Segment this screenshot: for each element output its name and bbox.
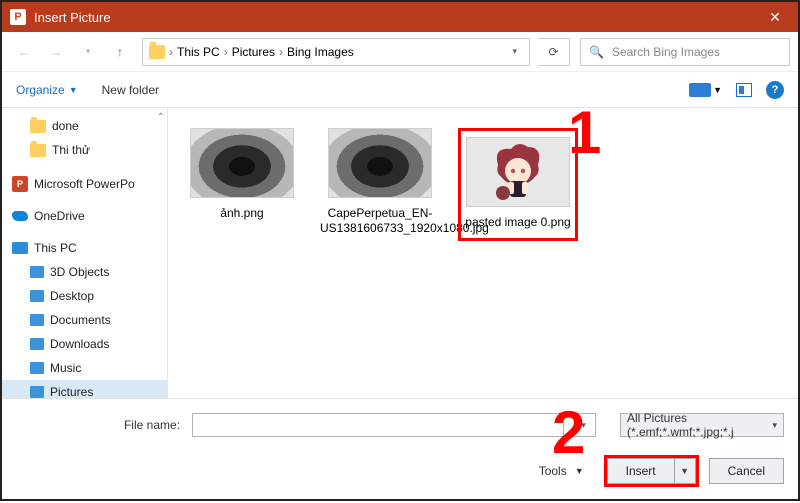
filter-label: All Pictures (*.emf;*.wmf;*.jpg;*.j bbox=[627, 411, 768, 439]
nav-tree: ⌃ done Thi thử P Microsoft PowerPo OneDri… bbox=[2, 108, 168, 398]
breadcrumb-item[interactable]: Pictures bbox=[232, 45, 275, 59]
tree-label: This PC bbox=[34, 241, 77, 255]
device-icon bbox=[30, 314, 44, 326]
filename-input[interactable] bbox=[192, 413, 564, 437]
chevron-down-icon: ▼ bbox=[575, 466, 584, 476]
tree-folder[interactable]: Thi thử bbox=[2, 138, 167, 162]
annotation-1: 1 bbox=[568, 98, 601, 167]
new-folder-button[interactable]: New folder bbox=[102, 83, 159, 97]
search-icon: 🔍 bbox=[589, 45, 604, 59]
forward-button[interactable]: → bbox=[42, 38, 70, 66]
breadcrumb-item[interactable]: This PC bbox=[177, 45, 220, 59]
pc-icon bbox=[12, 242, 28, 254]
tree-label: Pictures bbox=[50, 385, 93, 398]
tree-powerpoint[interactable]: P Microsoft PowerPo bbox=[2, 172, 167, 196]
tree-label: Music bbox=[50, 361, 81, 375]
search-placeholder: Search Bing Images bbox=[612, 45, 720, 59]
tree-folder[interactable]: done bbox=[2, 114, 167, 138]
device-icon bbox=[30, 362, 44, 374]
file-item-selected[interactable]: pasted image 0.png bbox=[458, 128, 578, 241]
help-icon[interactable]: ? bbox=[766, 81, 784, 99]
tree-label: OneDrive bbox=[34, 209, 85, 223]
tree-device[interactable]: Music bbox=[2, 356, 167, 380]
file-name: CapePerpetua_EN-US1381606733_1920x1080.j… bbox=[320, 206, 440, 236]
file-name: ảnh.png bbox=[182, 206, 302, 221]
insert-button[interactable]: Insert ▼ bbox=[607, 458, 696, 484]
file-thumbnail bbox=[328, 128, 432, 198]
tree-device[interactable]: Downloads bbox=[2, 332, 167, 356]
file-thumbnail bbox=[466, 137, 570, 207]
tree-thispc[interactable]: This PC bbox=[2, 236, 167, 260]
device-icon bbox=[30, 266, 44, 278]
insert-label: Insert bbox=[608, 459, 675, 483]
chevron-down-icon: ▾ bbox=[772, 420, 777, 431]
insert-dropdown[interactable]: ▼ bbox=[675, 466, 695, 476]
file-item[interactable]: ảnh.png bbox=[182, 128, 302, 221]
search-input[interactable]: 🔍 Search Bing Images bbox=[580, 38, 790, 66]
tree-label: Microsoft PowerPo bbox=[34, 177, 135, 191]
file-type-filter[interactable]: All Pictures (*.emf;*.wmf;*.jpg;*.j ▾ bbox=[620, 413, 784, 437]
tree-label: Documents bbox=[50, 313, 111, 327]
device-icon bbox=[30, 338, 44, 350]
file-item[interactable]: CapePerpetua_EN-US1381606733_1920x1080.j… bbox=[320, 128, 440, 236]
tree-label: done bbox=[52, 119, 79, 133]
insert-highlight: Insert ▼ bbox=[604, 455, 699, 487]
folder-icon bbox=[149, 45, 165, 59]
view-mode-button[interactable]: ▼ bbox=[689, 83, 722, 97]
chevron-down-icon[interactable]: ▾ bbox=[506, 46, 523, 57]
tree-device[interactable]: Pictures bbox=[2, 380, 167, 398]
filename-label: File name: bbox=[16, 418, 184, 432]
file-name: pasted image 0.png bbox=[463, 215, 573, 230]
tree-label: Downloads bbox=[50, 337, 109, 351]
organize-label: Organize bbox=[16, 83, 65, 97]
recent-dropdown[interactable]: ▾ bbox=[74, 38, 102, 66]
chevron-down-icon: ▼ bbox=[69, 85, 78, 95]
device-icon bbox=[30, 386, 44, 398]
window-title: Insert Picture bbox=[34, 10, 752, 25]
tree-label: Desktop bbox=[50, 289, 94, 303]
thumbnail-icon bbox=[689, 83, 711, 97]
organize-menu[interactable]: Organize ▼ bbox=[16, 83, 78, 97]
up-button[interactable]: ↑ bbox=[106, 38, 134, 66]
back-button[interactable]: ← bbox=[10, 38, 38, 66]
breadcrumb[interactable]: › This PC › Pictures › Bing Images ▾ bbox=[142, 38, 530, 66]
annotation-2: 2 bbox=[552, 398, 585, 467]
tree-device[interactable]: Desktop bbox=[2, 284, 167, 308]
tree-device[interactable]: Documents bbox=[2, 308, 167, 332]
app-icon: P bbox=[10, 9, 26, 25]
tree-onedrive[interactable]: OneDrive bbox=[2, 204, 167, 228]
close-icon[interactable]: ✕ bbox=[752, 2, 798, 32]
folder-icon bbox=[30, 144, 46, 157]
file-list: ảnh.png CapePerpetua_EN-US1381606733_192… bbox=[168, 108, 798, 398]
onedrive-icon bbox=[12, 211, 28, 221]
splitter-icon[interactable]: ⌃ bbox=[157, 112, 165, 123]
file-thumbnail bbox=[190, 128, 294, 198]
powerpoint-icon: P bbox=[12, 176, 28, 192]
anime-chibi-icon bbox=[483, 137, 553, 207]
folder-icon bbox=[30, 120, 46, 133]
cancel-button[interactable]: Cancel bbox=[709, 458, 784, 484]
chevron-down-icon: ▼ bbox=[713, 85, 722, 95]
device-icon bbox=[30, 290, 44, 302]
preview-pane-button[interactable] bbox=[736, 83, 752, 97]
chevron-right-icon[interactable]: › bbox=[279, 45, 283, 59]
tree-label: 3D Objects bbox=[50, 265, 109, 279]
tree-label: Thi thử bbox=[52, 143, 90, 157]
refresh-button[interactable]: ⟳ bbox=[538, 38, 570, 66]
chevron-right-icon[interactable]: › bbox=[224, 45, 228, 59]
breadcrumb-item[interactable]: Bing Images bbox=[287, 45, 354, 59]
tree-device[interactable]: 3D Objects bbox=[2, 260, 167, 284]
chevron-right-icon[interactable]: › bbox=[169, 45, 173, 59]
